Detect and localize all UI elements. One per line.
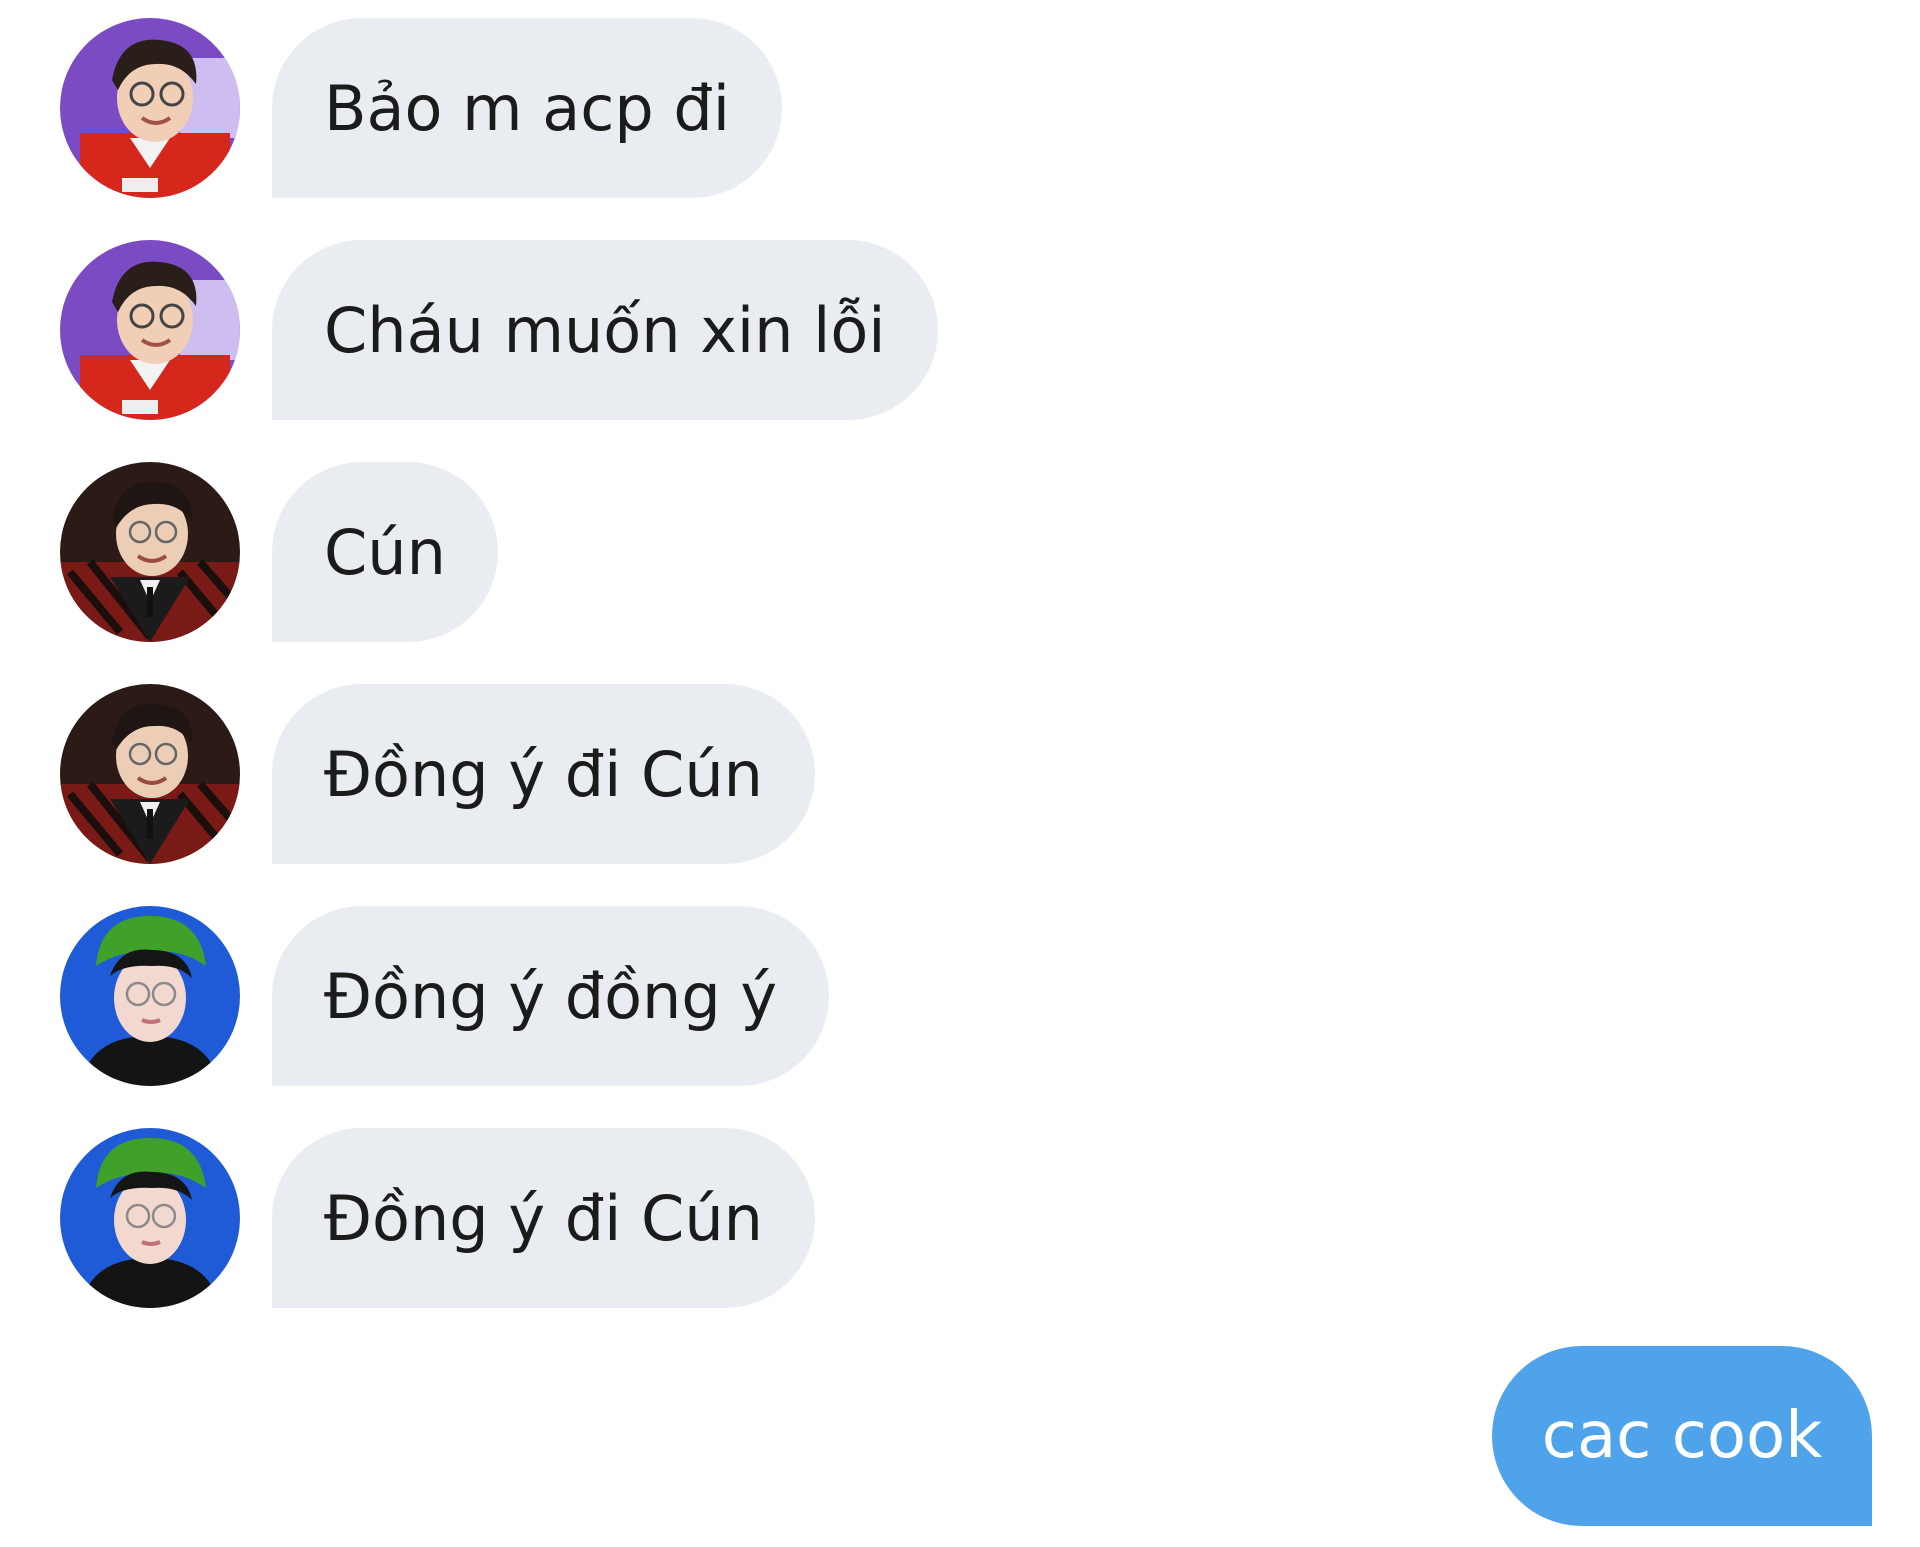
message-bubble[interactable]: Cún xyxy=(272,462,498,642)
sender-avatar[interactable] xyxy=(60,684,240,864)
sender-avatar[interactable] xyxy=(60,18,240,198)
message-text: Đồng ý đi Cún xyxy=(324,1181,763,1255)
incoming-message-row: Đồng ý đi Cún xyxy=(0,684,820,864)
sender-avatar[interactable] xyxy=(60,240,240,420)
message-text: Cún xyxy=(324,515,446,589)
chat-thread: Bảo m acp đi Cháu muốn xin lỗi Cún Đồng … xyxy=(0,0,1920,1547)
incoming-message-row: Cún xyxy=(0,462,520,642)
message-text: Cháu muốn xin lỗi xyxy=(324,293,886,367)
outgoing-message-bubble[interactable]: cac cook xyxy=(1492,1346,1872,1526)
outgoing-message-text: cac cook xyxy=(1541,1399,1823,1473)
incoming-message-row: Cháu muốn xin lỗi xyxy=(0,240,980,420)
message-bubble[interactable]: Bảo m acp đi xyxy=(272,18,782,198)
message-bubble[interactable]: Đồng ý đi Cún xyxy=(272,1128,815,1308)
message-text: Đồng ý đồng ý xyxy=(324,959,778,1033)
sender-avatar[interactable] xyxy=(60,906,240,1086)
incoming-message-row: Đồng ý đi Cún xyxy=(0,1128,820,1308)
incoming-message-row: Đồng ý đồng ý xyxy=(0,906,860,1086)
message-bubble[interactable]: Đồng ý đi Cún xyxy=(272,684,815,864)
sender-avatar[interactable] xyxy=(60,1128,240,1308)
message-text: Bảo m acp đi xyxy=(324,71,730,145)
message-bubble[interactable]: Đồng ý đồng ý xyxy=(272,906,830,1086)
sender-avatar[interactable] xyxy=(60,462,240,642)
message-text: Đồng ý đi Cún xyxy=(324,737,763,811)
message-bubble[interactable]: Cháu muốn xin lỗi xyxy=(272,240,938,420)
incoming-message-row: Bảo m acp đi xyxy=(0,18,800,198)
